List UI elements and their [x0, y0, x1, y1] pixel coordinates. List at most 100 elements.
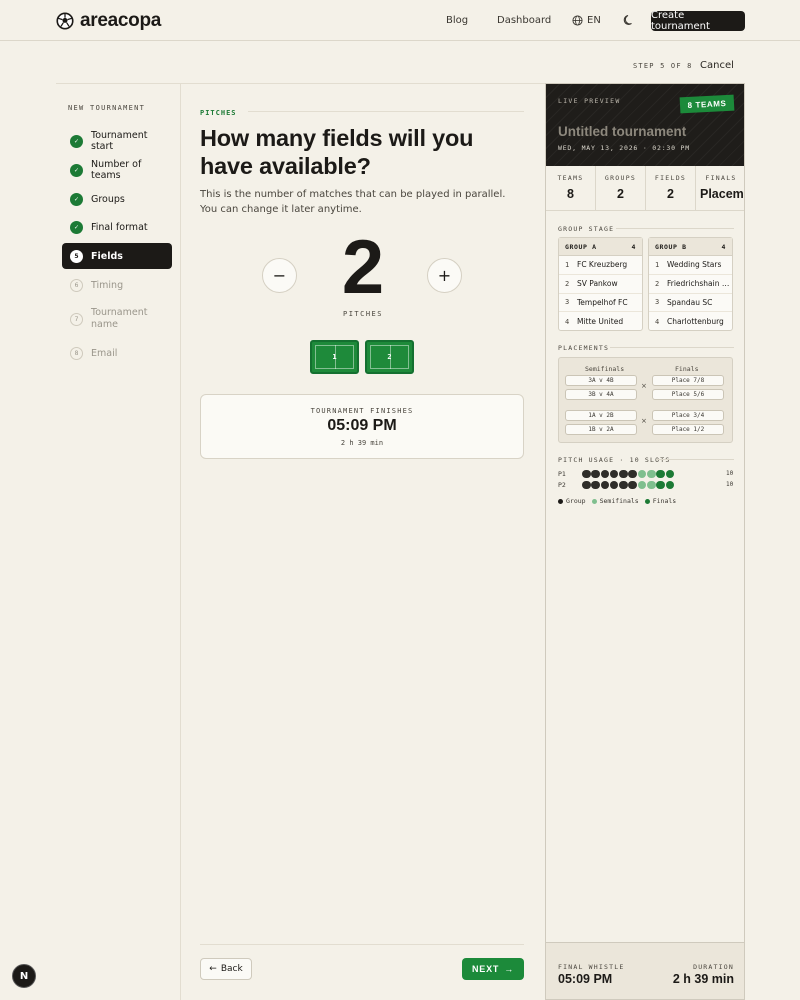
pitch-count-unit: PITCHES [342, 310, 383, 318]
finish-duration: 2 h 39 min [340, 439, 384, 447]
team-name: Friedrichshain … [667, 279, 730, 289]
finish-summary-card: TOURNAMENT FINISHES 05:09 PM 2 h 39 min [200, 394, 524, 459]
semifinal-match: 3B v 4A [565, 389, 637, 400]
sidebar-item-label: Groups [91, 193, 125, 205]
live-preview-label: LIVE PREVIEW [558, 97, 621, 105]
section-rule [610, 347, 734, 348]
preview-footer: FINAL WHISTLE 05:09 PM DURATION 2 h 39 m… [546, 942, 744, 999]
preview-title: Untitled tournament [558, 124, 687, 139]
stat-value: 2 [667, 187, 674, 201]
pitch-card: 2 [365, 340, 414, 374]
team-row: 1 FC Kreuzberg [559, 256, 642, 275]
group-name: GROUP B [655, 242, 687, 251]
sidebar-item-tournament-start[interactable]: ✓ Tournament start [62, 128, 172, 154]
check-icon: ✓ [70, 220, 83, 234]
slot-dot-group [582, 480, 591, 490]
sidebar-item-tournament-name[interactable]: 7 Tournament name [62, 302, 172, 336]
back-button[interactable]: ← Back [200, 958, 252, 980]
cancel-link[interactable]: Cancel [700, 60, 734, 71]
team-row: 4 Mitte United [565, 317, 624, 327]
kicker-rule [248, 111, 524, 112]
next-label: NEXT [471, 964, 500, 974]
slot-dot-group [609, 480, 619, 490]
cross-icon: × [641, 382, 647, 390]
brand-link[interactable]: areacopa [56, 10, 161, 32]
step-number-badge: 7 [70, 312, 83, 326]
pitch-number: 1 [332, 353, 337, 361]
sidebar-item-label: Email [91, 347, 118, 359]
minus-icon: − [272, 266, 287, 285]
team-row: 3 Tempelhof FC [559, 294, 642, 313]
team-name: Tempelhof FC [577, 297, 628, 307]
slot-dot-group [591, 469, 600, 479]
team-row: 4 Charlottenburg [655, 317, 724, 327]
placements-label: PLACEMENTS [558, 344, 610, 352]
sidebar-item-groups[interactable]: ✓ Groups [62, 186, 172, 212]
nav-blog-link[interactable]: Blog [446, 15, 468, 26]
sidebar-item-number-of-teams[interactable]: ✓ Number of teams [62, 157, 172, 183]
language-switcher[interactable]: EN [572, 15, 601, 26]
pitch-usage-count: 10 [726, 470, 734, 477]
pitch-count-value: 2 [341, 225, 385, 310]
team-name: Mitte United [577, 317, 624, 327]
language-label: EN [587, 15, 601, 26]
finish-time: 05:09 PM [327, 417, 397, 434]
dev-tools-button[interactable]: N [12, 964, 36, 988]
soccer-ball-icon [56, 12, 74, 30]
sidebar-item-email[interactable]: 8 Email [62, 340, 172, 366]
preview-stats: TEAMS 8 GROUPS 2 FIELDS 2 FINALS Placem [546, 166, 744, 211]
decrement-button[interactable]: − [262, 258, 297, 293]
create-tournament-button[interactable]: Create tournament [651, 10, 745, 32]
footer-divider [200, 944, 524, 945]
final-match: Place 3/4 [652, 410, 724, 421]
group-b-card: GROUP B 4 1 Wedding Stars 2 Friedrichshain… [648, 237, 733, 331]
check-icon: ✓ [70, 163, 83, 177]
stat-value: 8 [567, 187, 574, 201]
team-name: Charlottenburg [667, 317, 724, 327]
live-preview-panel: LIVE PREVIEW 8 TEAMS Untitled tournament… [545, 83, 745, 1000]
step-number-badge: 5 [70, 249, 83, 263]
sidebar-item-label: Final format [91, 221, 148, 233]
team-row: 1 Wedding Stars [649, 256, 732, 275]
team-row: 3 Spandau SC [649, 294, 732, 313]
sidebar-item-label: Fields [91, 250, 123, 262]
pitch-number: 2 [387, 353, 392, 361]
legend-semifinals: Semifinals [591, 497, 639, 505]
globe-icon [572, 15, 583, 26]
check-icon: ✓ [70, 192, 83, 206]
preview-hero: LIVE PREVIEW 8 TEAMS Untitled tournament… [546, 84, 744, 166]
duration-label: DURATION [693, 963, 734, 971]
sidebar-item-label: Tournament name [91, 307, 148, 330]
finish-label: TOURNAMENT FINISHES [310, 407, 414, 415]
next-button[interactable]: NEXT → [462, 958, 524, 980]
moon-icon[interactable] [623, 14, 635, 26]
nav-dashboard-link[interactable]: Dashboard [497, 15, 551, 26]
sidebar-item-timing[interactable]: 6 Timing [62, 272, 172, 298]
page-title: How many fields will you have available? [200, 125, 474, 179]
back-label: Back [220, 964, 243, 974]
final-whistle-value: 05:09 PM [558, 972, 613, 986]
group-a-card: GROUP A 4 1 FC Kreuzberg 2 SV Pankow 3 Temp… [558, 237, 643, 331]
stat-fields: FIELDS 2 [646, 166, 696, 211]
arrow-left-icon: ← [209, 964, 217, 974]
sidebar-item-fields[interactable]: 5 Fields [62, 243, 172, 269]
pitch-usage-row: P2 [558, 480, 675, 490]
semifinal-match: 1B v 2A [565, 424, 637, 435]
stat-groups: GROUPS 2 [596, 166, 646, 211]
pitch-usage-count: 10 [726, 481, 734, 488]
team-name: SV Pankow [577, 279, 618, 289]
sidebar-divider [180, 84, 181, 1000]
stat-label: FIELDS [654, 174, 687, 182]
stat-teams: TEAMS 8 [546, 166, 596, 211]
slot-dot-semi [637, 469, 647, 479]
stat-finals: FINALS Placem [696, 166, 744, 211]
arrow-right-icon: → [504, 964, 514, 974]
sidebar-item-label: Number of teams [91, 159, 142, 181]
step-indicator: STEP 5 OF 8 [633, 62, 693, 70]
stat-value: 2 [617, 187, 624, 201]
increment-button[interactable]: + [427, 258, 462, 293]
pitch-usage-label: PITCH USAGE · 10 SLOTS [558, 456, 671, 464]
sidebar-item-final-format[interactable]: ✓ Final format [62, 214, 172, 240]
team-name: Spandau SC [667, 297, 713, 307]
stat-value: Placem [700, 187, 744, 201]
